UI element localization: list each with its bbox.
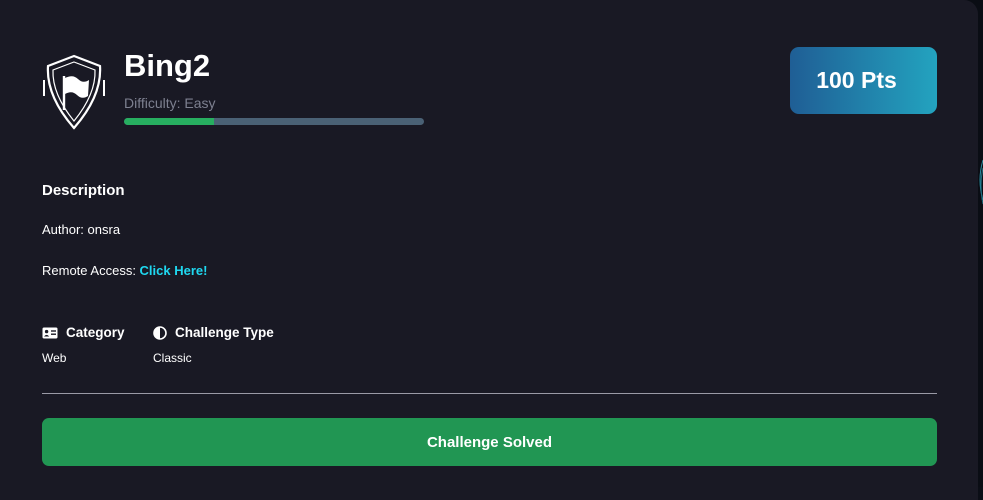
remote-access-link[interactable]: Click Here! [140,263,208,278]
shield-flag-icon [43,54,105,130]
challenge-type-label: Challenge Type [175,325,274,340]
category-heading: Category [42,325,125,340]
challenge-type-heading: Challenge Type [153,325,274,340]
points-badge: 100 Pts [790,47,937,114]
challenge-solved-button[interactable]: Challenge Solved [42,418,937,466]
challenge-type-value: Classic [153,351,192,365]
challenge-header: Bing2 Difficulty: Easy [42,46,424,132]
description-heading: Description [42,182,125,199]
challenge-type-block: Challenge Type Classic [153,325,274,365]
difficulty-bar-fill [124,118,214,125]
divider [42,393,937,394]
difficulty-bar [124,118,424,125]
challenge-card: Bing2 Difficulty: Easy 100 Pts Descripti… [0,0,978,500]
category-value: Web [42,351,67,365]
author-text: Author: onsra [42,222,121,237]
remote-access: Remote Access: Click Here! [42,263,207,278]
category-label: Category [66,325,125,340]
category-block: Category Web [42,325,125,365]
remote-access-label: Remote Access: [42,263,140,278]
difficulty-label: Difficulty: Easy [124,95,216,111]
half-circle-icon [153,325,167,340]
challenge-title: Bing2 [124,48,211,83]
title-block: Bing2 Difficulty: Easy [124,46,424,125]
id-card-icon [42,327,58,339]
